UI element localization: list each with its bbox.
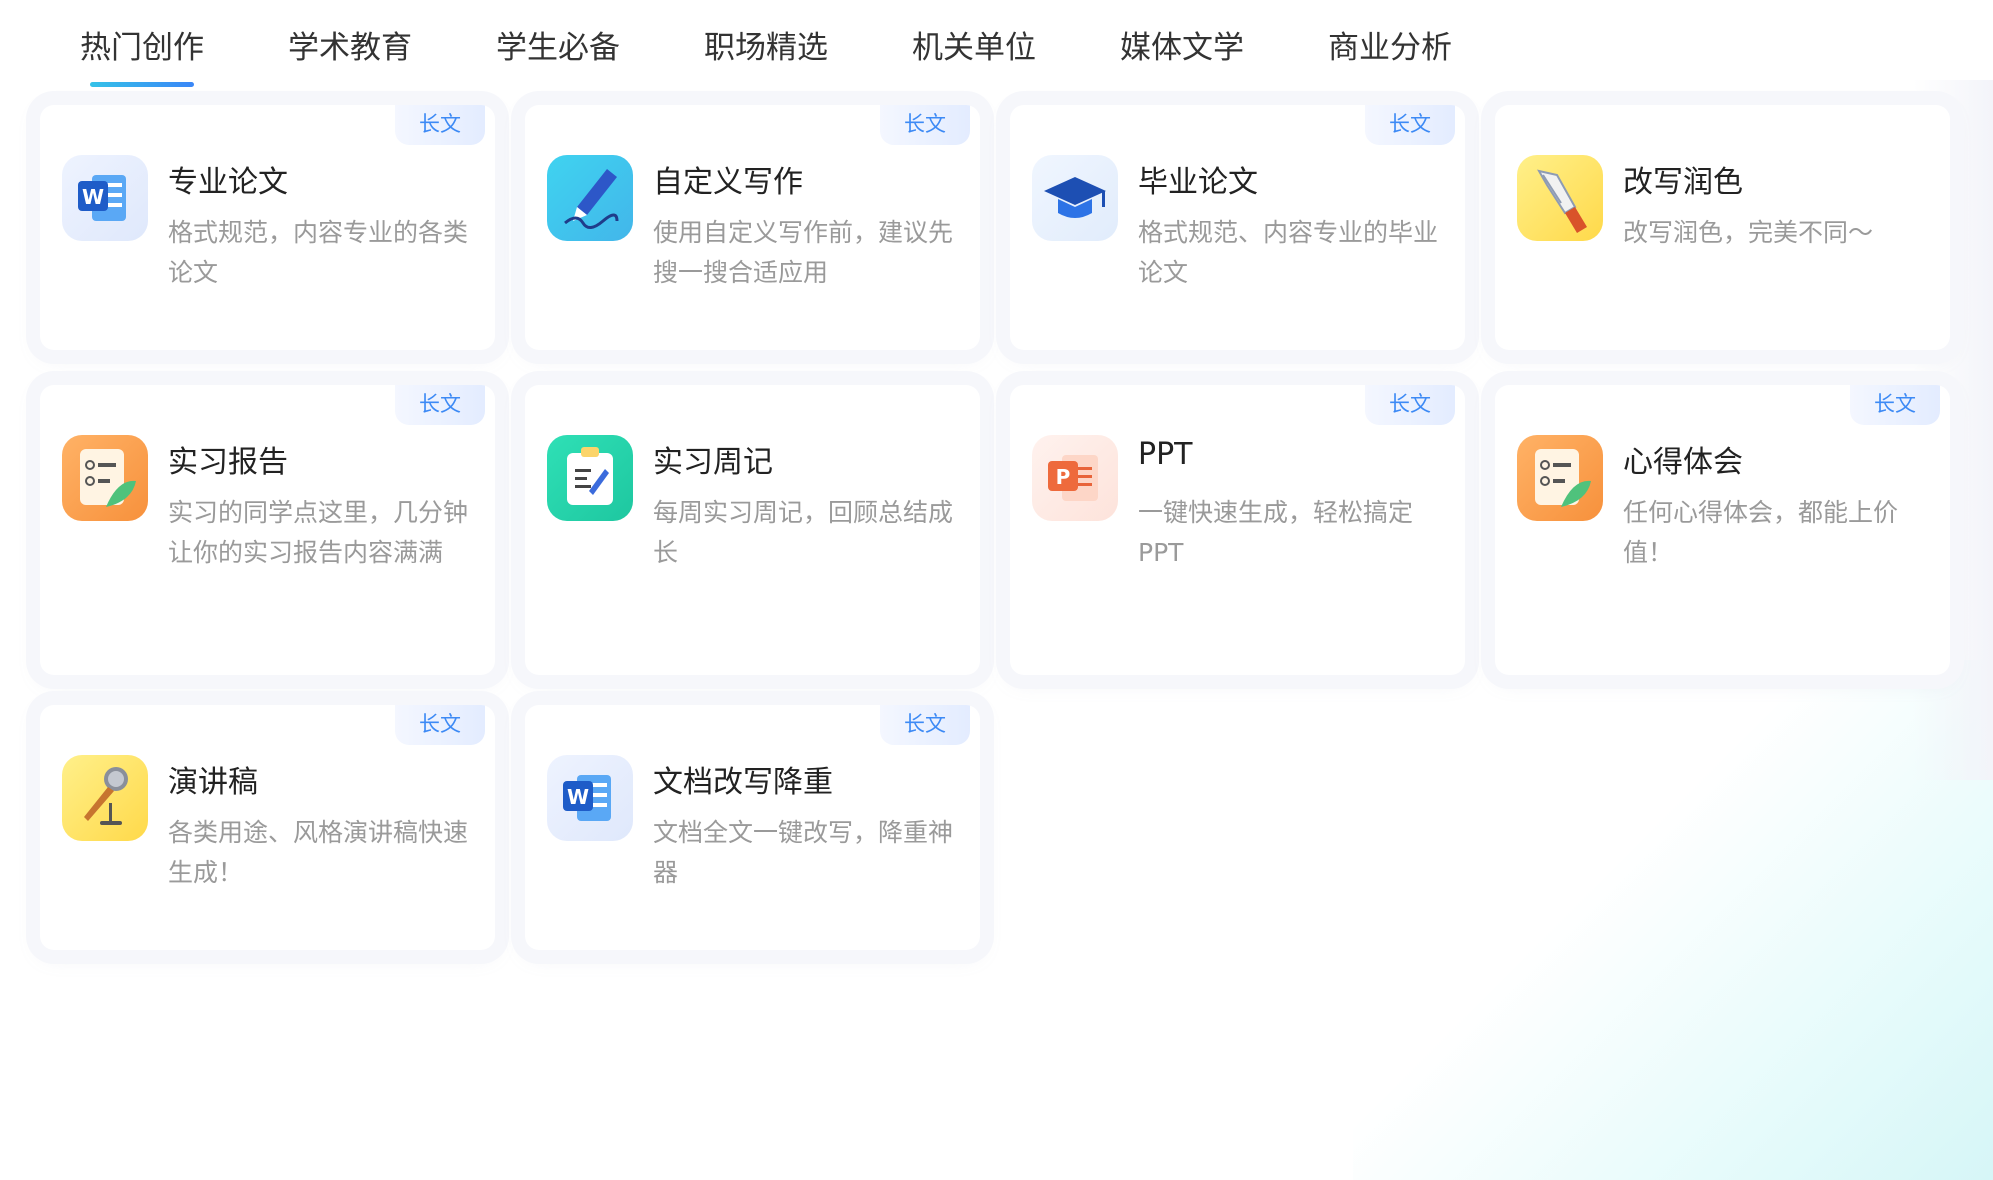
tab-student[interactable]: 学生必备 (496, 22, 620, 67)
card-graduation-thesis[interactable]: 长文 毕业论文 格式规范、内容专业的毕业论文 (1010, 105, 1465, 350)
long-text-badge: 长文 (1365, 105, 1455, 145)
long-text-badge: 长文 (395, 705, 485, 745)
tab-academic[interactable]: 学术教育 (288, 22, 412, 67)
long-text-badge: 长文 (1365, 385, 1455, 425)
report-scroll-icon (62, 435, 148, 521)
svg-text:P: P (1056, 465, 1071, 489)
tab-media[interactable]: 媒体文学 (1120, 22, 1244, 67)
tab-government[interactable]: 机关单位 (912, 22, 1036, 67)
card-speech[interactable]: 长文 演讲稿 各类用途、风格演讲稿快速生成！ (40, 705, 495, 950)
card-professional-paper[interactable]: 长文 W 专业论文 格式规范，内容专业的各类论文 (40, 105, 495, 350)
microphone-icon (62, 755, 148, 841)
clipboard-icon (547, 435, 633, 521)
card-title: 改写润色 (1623, 165, 1743, 200)
background-glow (1353, 660, 1993, 1180)
graduation-cap-icon (1032, 155, 1118, 241)
fountain-pen-icon (1517, 155, 1603, 241)
card-description: 实习的同学点这里，几分钟让你的实习报告内容满满 (168, 498, 469, 567)
word-doc-icon: W (547, 755, 633, 841)
word-doc-icon: W (62, 155, 148, 241)
card-title: PPT (1138, 437, 1193, 472)
card-internship-report[interactable]: 长文 实习报告 实习的同学点这里，几分钟让你的实习报告内容满满 (40, 385, 495, 675)
long-text-badge: 长文 (880, 705, 970, 745)
card-rewrite-polish[interactable]: 改写润色 改写润色，完美不同～ (1495, 105, 1950, 350)
card-title: 自定义写作 (653, 165, 803, 200)
card-custom-writing[interactable]: 长文 自定义写作 使用自定义写作前，建议先搜一搜合适应用 (525, 105, 980, 350)
card-title: 演讲稿 (168, 765, 258, 800)
long-text-badge: 长文 (395, 385, 485, 425)
card-title: 毕业论文 (1138, 165, 1258, 200)
card-description: 改写润色，完美不同～ (1623, 218, 1874, 247)
long-text-badge: 长文 (880, 105, 970, 145)
report-scroll-icon (1517, 435, 1603, 521)
tab-hot[interactable]: 热门创作 (80, 22, 204, 87)
svg-text:W: W (567, 785, 589, 809)
card-description: 每周实习周记，回顾总结成长 (653, 498, 954, 567)
card-description: 各类用途、风格演讲稿快速生成！ (168, 818, 469, 887)
card-title: 专业论文 (168, 165, 288, 200)
card-description: 格式规范、内容专业的毕业论文 (1138, 218, 1439, 287)
card-document-rewrite[interactable]: 长文 W 文档改写降重 文档全文一键改写，降重神器 (525, 705, 980, 950)
card-description: 任何心得体会，都能上价值！ (1623, 498, 1899, 567)
svg-text:W: W (82, 185, 104, 209)
category-tabs: 热门创作 学术教育 学生必备 职场精选 机关单位 媒体文学 商业分析 (0, 0, 1993, 90)
card-description: 文档全文一键改写，降重神器 (653, 818, 954, 887)
card-internship-weekly[interactable]: 实习周记 每周实习周记，回顾总结成长 (525, 385, 980, 675)
long-text-badge: 长文 (395, 105, 485, 145)
card-title: 心得体会 (1623, 445, 1743, 480)
card-description: 一键快速生成，轻松搞定PPT (1138, 498, 1414, 567)
card-ppt[interactable]: 长文 P PPT 一键快速生成，轻松搞定PPT (1010, 385, 1465, 675)
card-title: 文档改写降重 (653, 765, 833, 800)
long-text-badge: 长文 (1850, 385, 1940, 425)
card-title: 实习周记 (653, 445, 773, 480)
tab-workplace[interactable]: 职场精选 (704, 22, 828, 67)
card-reflections[interactable]: 长文 心得体会 任何心得体会，都能上价值！ (1495, 385, 1950, 675)
tab-business[interactable]: 商业分析 (1328, 22, 1452, 67)
ppt-icon: P (1032, 435, 1118, 521)
card-title: 实习报告 (168, 445, 288, 480)
pen-signature-icon (547, 155, 633, 241)
card-description: 格式规范，内容专业的各类论文 (168, 218, 469, 287)
card-description: 使用自定义写作前，建议先搜一搜合适应用 (653, 218, 954, 287)
